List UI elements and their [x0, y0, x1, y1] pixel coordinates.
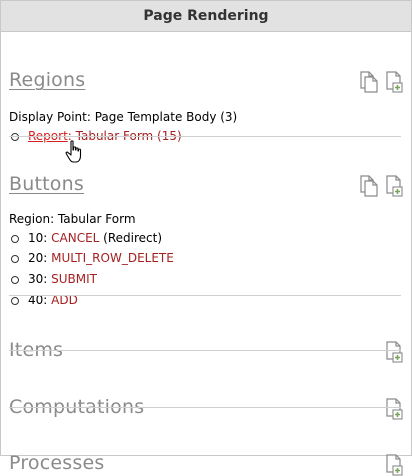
items-icons	[385, 341, 405, 363]
add-icon[interactable]	[385, 398, 405, 420]
copy-icon[interactable]	[358, 71, 378, 93]
copy-icon[interactable]	[358, 175, 378, 197]
section-divider	[9, 407, 401, 408]
add-icon[interactable]	[385, 175, 405, 197]
section-divider	[9, 136, 401, 137]
buttons-title[interactable]: Buttons	[9, 173, 84, 195]
bullet-icon	[11, 297, 19, 305]
section-divider	[9, 295, 401, 296]
bullet-icon	[11, 255, 19, 263]
bullet-icon	[11, 235, 19, 243]
regions-icons	[358, 71, 405, 93]
bullet-icon	[11, 276, 19, 284]
panel-title: Page Rendering	[1, 1, 411, 32]
add-icon[interactable]	[385, 454, 405, 476]
button-region-label: Region: Tabular Form	[9, 212, 136, 226]
hand-cursor-icon	[65, 140, 85, 168]
add-icon[interactable]	[385, 341, 405, 363]
button-multi-row-delete-link[interactable]: MULTI_ROW_DELETE	[51, 251, 174, 265]
list-item: 20: MULTI_ROW_DELETE	[11, 251, 174, 265]
page-rendering-panel: Page Rendering Regions Display Point: Pa…	[0, 0, 412, 476]
list-item: 30: SUBMIT	[11, 272, 97, 286]
processes-icons	[385, 454, 405, 476]
computations-icons	[385, 398, 405, 420]
bullet-icon	[11, 133, 19, 141]
processes-title[interactable]: Processes	[9, 452, 104, 474]
buttons-icons	[358, 175, 405, 197]
regions-title[interactable]: Regions	[9, 69, 85, 91]
button-cancel-link[interactable]: CANCEL	[51, 231, 99, 245]
display-point-label: Display Point: Page Template Body (3)	[9, 110, 238, 124]
list-item: 10: CANCEL (Redirect)	[11, 231, 162, 245]
add-icon[interactable]	[385, 71, 405, 93]
section-divider	[9, 350, 401, 351]
button-submit-link[interactable]: SUBMIT	[51, 272, 97, 286]
